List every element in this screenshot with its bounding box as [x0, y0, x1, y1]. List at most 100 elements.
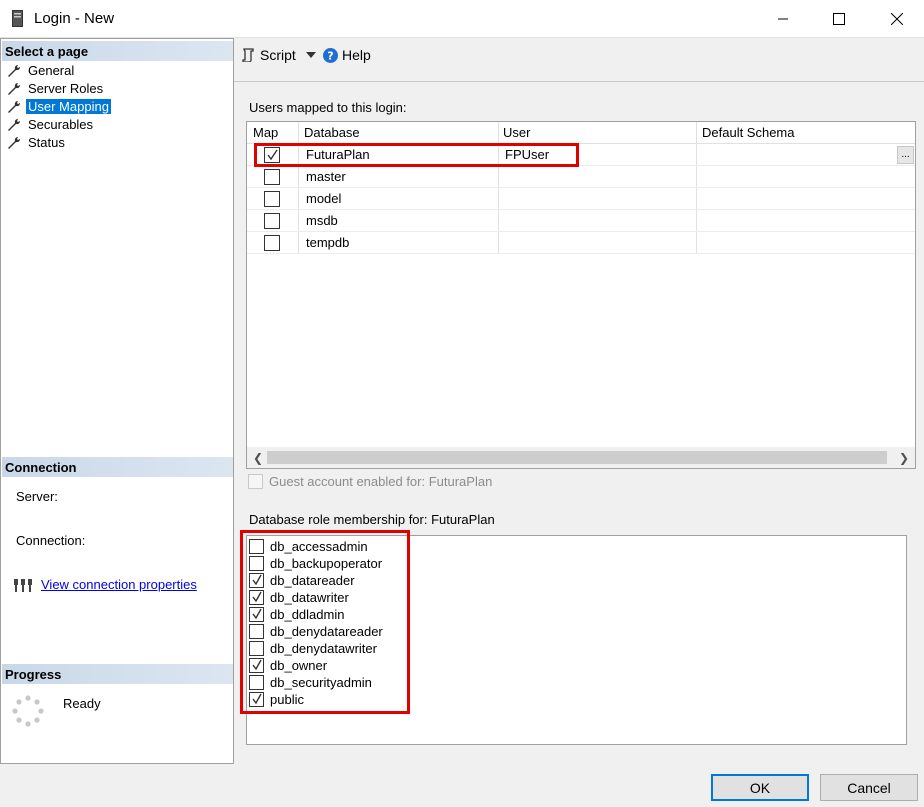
role-label: db_securityadmin	[270, 675, 372, 690]
database-cell: FuturaPlan	[306, 147, 370, 162]
role-item[interactable]: db_accessadmin	[249, 538, 368, 555]
nav-item-general[interactable]: General	[7, 62, 76, 79]
guest-account-checkbox: Guest account enabled for: FuturaPlan	[248, 474, 492, 489]
toolbar: Script ? Help	[234, 38, 924, 82]
role-item[interactable]: db_datareader	[249, 572, 355, 589]
scroll-left-icon[interactable]: ❮	[253, 451, 263, 465]
role-item[interactable]: db_datawriter	[249, 589, 349, 606]
map-checkbox[interactable]	[264, 169, 280, 185]
role-checkbox[interactable]	[249, 573, 264, 588]
role-checkbox[interactable]	[249, 607, 264, 622]
role-label: db_accessadmin	[270, 539, 368, 554]
maximize-button[interactable]	[816, 0, 862, 38]
role-item[interactable]: db_denydatareader	[249, 623, 383, 640]
database-cell: master	[306, 169, 346, 184]
grid-row-tempdb[interactable]: tempdb	[247, 232, 915, 254]
users-mapped-label: Users mapped to this login:	[249, 100, 407, 115]
title-bar: Login - New	[0, 0, 924, 38]
checkmark-icon	[252, 608, 262, 620]
nav-label: Securables	[28, 117, 94, 132]
checkmark-icon	[252, 591, 262, 603]
help-button[interactable]: ? Help	[323, 46, 371, 64]
server-icon	[12, 10, 23, 27]
map-checkbox[interactable]	[264, 213, 280, 229]
user-mapping-grid: Map Database User Default Schema FuturaP…	[246, 121, 916, 469]
horizontal-scrollbar[interactable]: ❮ ❯	[247, 447, 915, 468]
role-checkbox[interactable]	[249, 539, 264, 554]
maximize-icon	[833, 13, 845, 25]
map-checkbox[interactable]	[264, 235, 280, 251]
scroll-right-icon[interactable]: ❯	[899, 451, 909, 465]
col-header-default-schema[interactable]: Default Schema	[702, 125, 795, 140]
select-page-header: Select a page	[2, 41, 233, 61]
nav-label: General	[28, 63, 75, 78]
role-membership-list: db_accessadmin db_backupoperator db_data…	[246, 535, 907, 745]
role-checkbox[interactable]	[249, 590, 264, 605]
role-checkbox[interactable]	[249, 556, 264, 571]
minimize-button[interactable]	[760, 0, 806, 38]
grid-row-model[interactable]: model	[247, 188, 915, 210]
connection-properties-icon	[14, 579, 32, 592]
script-icon	[242, 48, 254, 62]
help-icon: ?	[323, 47, 338, 63]
scrollbar-thumb[interactable]	[267, 451, 887, 464]
schema-browse-button[interactable]: ...	[897, 146, 914, 164]
role-checkbox[interactable]	[249, 675, 264, 690]
role-label: db_ddladmin	[270, 607, 345, 622]
role-item[interactable]: db_backupoperator	[249, 555, 382, 572]
role-item[interactable]: db_denydatawriter	[249, 640, 377, 657]
window-title: Login - New	[34, 10, 115, 27]
guest-label: Guest account enabled for: FuturaPlan	[269, 474, 493, 489]
nav-item-status[interactable]: Status	[7, 134, 67, 151]
view-connection-properties-link[interactable]: View connection properties	[41, 577, 197, 592]
nav-label: Server Roles	[28, 81, 104, 96]
ok-button[interactable]: OK	[711, 774, 809, 801]
close-button[interactable]	[874, 0, 920, 38]
nav-item-user-mapping[interactable]: User Mapping	[7, 98, 111, 115]
close-icon	[891, 13, 903, 25]
database-cell: model	[306, 191, 342, 206]
svg-text:?: ?	[327, 49, 333, 62]
script-label: Script	[260, 47, 296, 63]
checkmark-icon	[252, 574, 262, 586]
nav-item-securables[interactable]: Securables	[7, 116, 95, 133]
col-header-database[interactable]: Database	[304, 125, 360, 140]
role-checkbox[interactable]	[249, 624, 264, 639]
grid-row-msdb[interactable]: msdb	[247, 210, 915, 232]
checkmark-icon	[252, 659, 262, 671]
role-label: public	[270, 692, 304, 707]
role-label: db_datawriter	[270, 590, 349, 605]
map-checkbox[interactable]	[264, 147, 280, 163]
right-pane: Script ? Help Users mapped to this login…	[234, 38, 924, 764]
nav-label: User Mapping	[26, 99, 111, 114]
role-item[interactable]: db_ddladmin	[249, 606, 344, 623]
progress-spinner-icon	[12, 695, 44, 727]
role-label: db_owner	[270, 658, 328, 673]
nav-item-server-roles[interactable]: Server Roles	[7, 80, 105, 97]
minimize-icon	[778, 18, 788, 20]
wrench-icon	[8, 100, 21, 113]
col-header-map[interactable]: Map	[253, 125, 278, 140]
role-checkbox[interactable]	[249, 658, 264, 673]
role-item[interactable]: db_securityadmin	[249, 674, 372, 691]
cancel-button[interactable]: Cancel	[820, 774, 918, 801]
map-checkbox[interactable]	[264, 191, 280, 207]
wrench-icon	[8, 82, 21, 95]
role-item[interactable]: db_owner	[249, 657, 327, 674]
role-label: db_denydatareader	[270, 624, 383, 639]
role-label: db_denydatawriter	[270, 641, 377, 656]
grid-row-futuraplan[interactable]: FuturaPlan FPUser ...	[247, 144, 915, 166]
col-header-user[interactable]: User	[503, 125, 530, 140]
guest-checkbox	[248, 474, 263, 489]
progress-status: Ready	[63, 696, 101, 711]
checkmark-icon	[252, 693, 262, 705]
wrench-icon	[8, 136, 21, 149]
role-checkbox[interactable]	[249, 692, 264, 707]
role-checkbox[interactable]	[249, 641, 264, 656]
grid-row-master[interactable]: master	[247, 166, 915, 188]
connection-header: Connection	[2, 457, 233, 477]
script-button[interactable]: Script	[241, 46, 316, 64]
user-cell[interactable]: FPUser	[505, 147, 549, 162]
role-item[interactable]: public	[249, 691, 304, 708]
chevron-down-icon	[305, 52, 316, 58]
